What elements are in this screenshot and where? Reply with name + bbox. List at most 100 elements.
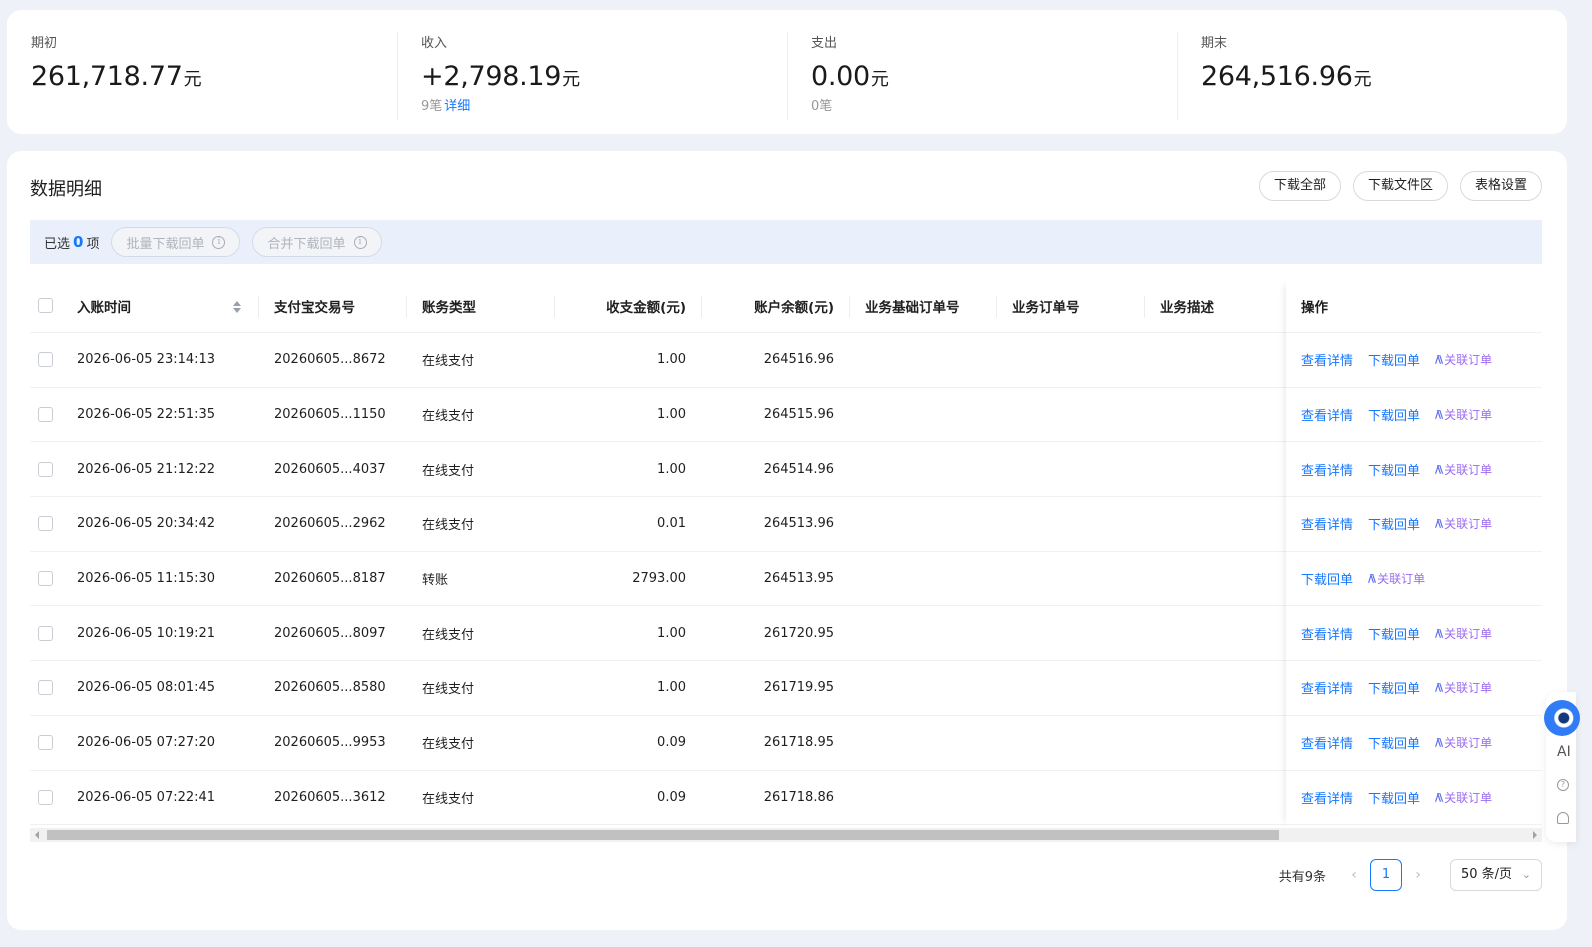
link-order-link[interactable]: /\\ 关联订单 <box>1435 515 1492 532</box>
ai-sparkle-icon: /\\ <box>1435 517 1443 531</box>
download-receipt-link[interactable]: 下载回单 <box>1301 569 1353 588</box>
scroll-left-icon[interactable] <box>35 831 39 839</box>
batch-download-button[interactable]: 批量下载回单 i <box>111 227 241 257</box>
row-checkbox[interactable] <box>38 625 53 641</box>
download-all-button[interactable]: 下载全部 <box>1258 171 1341 201</box>
income-detail-link[interactable]: 详细 <box>444 99 470 114</box>
ops-cell: 查看详情 下载回单 /\\ 关联订单 <box>1286 442 1542 498</box>
cell-type: 在线支付 <box>422 518 475 534</box>
col-desc: 业务描述 <box>1160 299 1214 316</box>
info-icon[interactable]: i <box>353 235 367 249</box>
download-receipt-link[interactable]: 下载回单 <box>1368 624 1420 643</box>
download-receipt-link[interactable]: 下载回单 <box>1368 733 1420 752</box>
page-size-select[interactable]: 50 条/页 ⌄ <box>1450 859 1542 891</box>
link-order-link[interactable]: /\\ 关联订单 <box>1435 789 1492 806</box>
row-select-cell <box>38 333 53 387</box>
batch-download-label: 批量下载回单 <box>126 236 205 252</box>
stat-amount: 261,718.77 <box>31 61 183 92</box>
row-checkbox[interactable] <box>38 789 53 805</box>
table-settings-button[interactable]: 表格设置 <box>1459 171 1542 201</box>
link-order-link[interactable]: /\\ 关联订单 <box>1435 625 1492 642</box>
link-order-link[interactable]: /\\ 关联订单 <box>1435 351 1492 368</box>
row-checkbox[interactable] <box>38 516 53 532</box>
cell-amount: 0.09 <box>657 789 686 805</box>
download-receipt-link[interactable]: 下载回单 <box>1368 678 1420 697</box>
link-order-label: 关联订单 <box>1444 462 1493 477</box>
view-detail-link[interactable]: 查看详情 <box>1301 405 1353 424</box>
assistant-ai-label[interactable]: AI <box>1557 744 1571 760</box>
stat-amount: +2,798.19 <box>421 61 562 92</box>
column-divider <box>554 296 555 318</box>
summary-card: 期初 261,718.77元 收入 +2,798.19元 9笔 详细 支出 0.0… <box>7 10 1567 134</box>
view-detail-link[interactable]: 查看详情 <box>1301 678 1353 697</box>
col-trade-no: 支付宝交易号 <box>274 299 355 316</box>
view-detail-link[interactable]: 查看详情 <box>1301 733 1353 752</box>
chevron-right-icon[interactable]: › <box>1406 867 1430 883</box>
cell-type: 在线支付 <box>422 463 475 479</box>
stat-value: 0.00元 <box>811 61 1177 93</box>
view-detail-link[interactable]: 查看详情 <box>1301 788 1353 807</box>
link-order-link[interactable]: /\\ 关联订单 <box>1368 570 1425 587</box>
cell-time: 2026-06-05 07:22:41 <box>77 789 216 805</box>
row-checkbox[interactable] <box>38 461 53 477</box>
cell-type: 在线支付 <box>422 354 475 370</box>
scrollbar-thumb[interactable] <box>47 830 1279 840</box>
cell-balance: 261718.86 <box>763 789 834 805</box>
column-divider <box>996 296 997 318</box>
download-receipt-link[interactable]: 下载回单 <box>1368 788 1420 807</box>
help-icon[interactable]: ? <box>1557 779 1569 791</box>
cell-balance: 261720.95 <box>763 625 834 641</box>
link-order-link[interactable]: /\\ 关联订单 <box>1435 679 1492 696</box>
column-divider <box>406 296 407 318</box>
view-detail-link[interactable]: 查看详情 <box>1301 514 1353 533</box>
download-receipt-link[interactable]: 下载回单 <box>1368 350 1420 369</box>
row-select-cell <box>38 771 53 825</box>
stat-unit: 元 <box>562 69 581 90</box>
view-detail-link[interactable]: 查看详情 <box>1301 624 1353 643</box>
download-receipt-link[interactable]: 下载回单 <box>1368 514 1420 533</box>
row-checkbox[interactable] <box>38 352 53 368</box>
ops-cell: 查看详情 下载回单 /\\ 关联订单 <box>1286 388 1542 443</box>
cell-type: 在线支付 <box>422 791 475 807</box>
robot-assistant-icon[interactable] <box>1544 700 1580 736</box>
download-receipt-link[interactable]: 下载回单 <box>1368 460 1420 479</box>
link-order-link[interactable]: /\\ 关联订单 <box>1435 461 1492 478</box>
info-icon[interactable]: i <box>212 235 226 249</box>
download-receipt-link[interactable]: 下载回单 <box>1368 405 1420 424</box>
link-order-link[interactable]: /\\ 关联订单 <box>1435 734 1492 751</box>
row-checkbox[interactable] <box>38 680 53 696</box>
view-detail-link[interactable]: 查看详情 <box>1301 350 1353 369</box>
view-detail-link[interactable]: 查看详情 <box>1301 460 1353 479</box>
sort-icon[interactable] <box>232 299 242 315</box>
col-balance: 账户余额(元) <box>754 299 834 316</box>
col-time[interactable]: 入账时间 <box>77 279 131 332</box>
cell-balance: 264513.96 <box>763 516 834 532</box>
cell-trade-no: 20260605...8672 <box>274 352 386 368</box>
link-order-link[interactable]: /\\ 关联订单 <box>1435 406 1492 423</box>
cell-time: 2026-06-05 20:34:42 <box>77 516 216 532</box>
ops-cell: 查看详情 下载回单 /\\ 关联订单 <box>1286 497 1542 552</box>
row-checkbox[interactable] <box>38 735 53 751</box>
row-checkbox[interactable] <box>38 571 53 587</box>
cell-type: 在线支付 <box>422 409 475 425</box>
column-divider <box>849 296 850 318</box>
stat-label: 支出 <box>811 36 838 51</box>
row-checkbox[interactable] <box>38 407 53 423</box>
stat-label: 期末 <box>1201 36 1228 51</box>
headset-icon[interactable] <box>1557 812 1569 824</box>
merge-download-button[interactable]: 合并下载回单 i <box>252 227 382 257</box>
row-select-cell <box>38 552 53 606</box>
chevron-left-icon[interactable]: ‹ <box>1342 867 1366 883</box>
horizontal-scrollbar[interactable] <box>30 828 1542 842</box>
col-amount: 收支金额(元) <box>606 299 686 316</box>
cell-balance: 264514.96 <box>763 461 834 477</box>
download-files-button[interactable]: 下载文件区 <box>1352 171 1448 201</box>
select-all-checkbox[interactable] <box>38 298 53 313</box>
cell-trade-no: 20260605...8097 <box>274 625 386 641</box>
scroll-right-icon[interactable] <box>1533 831 1537 839</box>
page-1-button[interactable]: 1 <box>1370 859 1402 891</box>
row-select-cell <box>38 716 53 770</box>
chevron-down-icon: ⌄ <box>1521 868 1531 881</box>
stat-value: +2,798.19元 <box>421 61 787 93</box>
cell-trade-no: 20260605...3612 <box>274 789 386 805</box>
